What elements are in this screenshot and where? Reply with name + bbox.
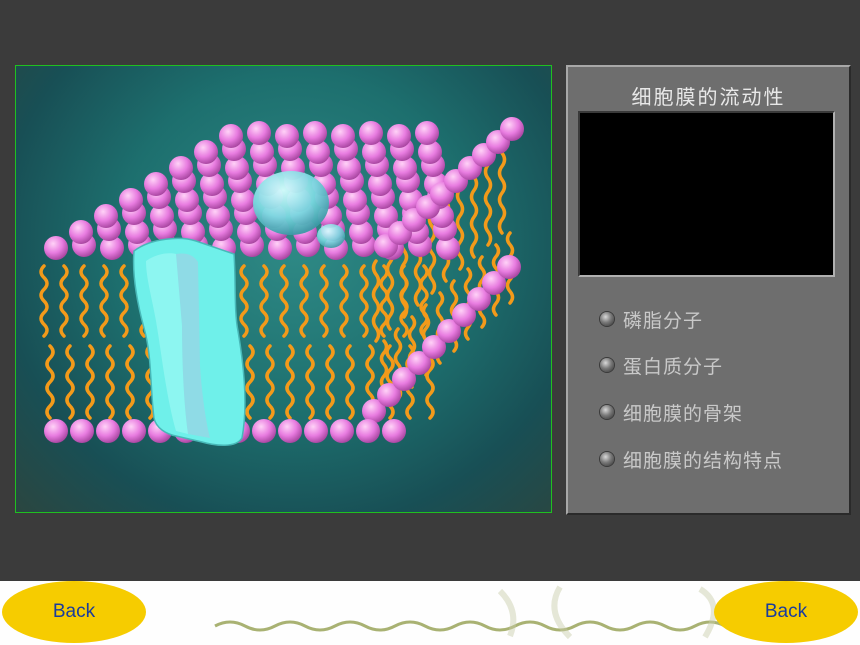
lipid-tail: [125, 344, 135, 420]
lipid-tail: [105, 344, 115, 420]
lipid-tail: [285, 344, 295, 420]
lipid-head: [356, 419, 380, 443]
option-label: 蛋白质分子: [623, 355, 724, 378]
lipid-tail: [359, 264, 369, 338]
lipid-head: [330, 419, 354, 443]
lipid-head: [359, 121, 383, 145]
lipid-head: [122, 419, 146, 443]
lipid-head: [278, 419, 302, 443]
lipid-head: [96, 419, 120, 443]
lipid-tail: [325, 344, 335, 420]
lipid-tail: [279, 264, 289, 338]
lipid-head: [415, 121, 439, 145]
lipid-head: [194, 140, 218, 164]
lipid-tail: [379, 264, 389, 338]
lipid-tail: [99, 264, 109, 338]
lipid-tail: [59, 264, 69, 338]
option-membrane-skeleton[interactable]: 细胞膜的骨架: [600, 397, 743, 427]
back-button-left[interactable]: Back: [2, 581, 146, 643]
lipid-tail: [259, 264, 269, 338]
lipid-head: [119, 188, 143, 212]
radio-bullet-icon[interactable]: [600, 405, 614, 419]
lipid-tail: [483, 163, 493, 247]
lipid-head: [44, 236, 68, 260]
option-phospholipid[interactable]: 磷脂分子: [600, 304, 703, 334]
lipid-head: [252, 419, 276, 443]
lipid-tail: [85, 344, 95, 420]
lipid-tail: [119, 264, 129, 338]
lipid-tail: [497, 151, 507, 235]
globular-protein: [253, 171, 329, 235]
option-label: 磷脂分子: [623, 309, 704, 332]
radio-bullet-icon[interactable]: [600, 312, 614, 326]
lipid-head: [144, 172, 168, 196]
lipid-tail: [455, 187, 465, 271]
option-structure-features[interactable]: 细胞膜的结构特点: [600, 444, 783, 474]
lipid-head: [169, 156, 193, 180]
option-label: 细胞膜的结构特点: [623, 449, 784, 472]
cell-membrane-illustration: [39, 117, 524, 446]
lipid-head: [94, 204, 118, 228]
radio-bullet-icon[interactable]: [600, 452, 614, 466]
lipid-head: [500, 117, 524, 141]
lipid-tail: [265, 344, 275, 420]
lipid-head: [247, 121, 271, 145]
lipid-head: [70, 419, 94, 443]
lipid-tail: [239, 264, 249, 338]
lipid-head: [275, 124, 299, 148]
lipid-head: [331, 124, 355, 148]
lipid-tail: [345, 344, 355, 420]
footer-bar: Back Back: [0, 581, 860, 645]
lipid-head: [219, 124, 243, 148]
lipid-tail: [39, 264, 49, 338]
lipid-tail: [65, 344, 75, 420]
option-protein[interactable]: 蛋白质分子: [600, 350, 723, 380]
lipid-tail: [245, 344, 255, 420]
lipid-tail: [385, 247, 395, 331]
lipid-head: [303, 121, 327, 145]
lipid-tail: [319, 264, 329, 338]
lipid-tail: [305, 344, 315, 420]
lipid-tail: [371, 259, 381, 343]
control-panel: 细胞膜的流动性 磷脂分子 蛋白质分子 细胞膜的骨架 细胞膜的结构特点: [566, 65, 851, 515]
small-globular-protein: [317, 224, 345, 248]
membrane-animation-stage: [15, 65, 552, 513]
lipid-head: [382, 419, 406, 443]
lipid-head: [44, 419, 68, 443]
radio-bullet-icon[interactable]: [600, 358, 614, 372]
lipid-tail: [79, 264, 89, 338]
panel-title: 细胞膜的流动性: [631, 85, 786, 109]
video-display: [578, 111, 835, 277]
lipid-tail: [299, 264, 309, 338]
option-label: 细胞膜的骨架: [623, 402, 744, 425]
lipid-tail: [45, 344, 55, 420]
lipid-head: [387, 124, 411, 148]
lipid-tail: [339, 264, 349, 338]
lipid-head: [69, 220, 93, 244]
lipid-tail: [469, 175, 479, 259]
lipid-tail: [385, 344, 395, 420]
lipid-head: [497, 255, 521, 279]
back-button-right[interactable]: Back: [714, 581, 858, 643]
lipid-head: [304, 419, 328, 443]
